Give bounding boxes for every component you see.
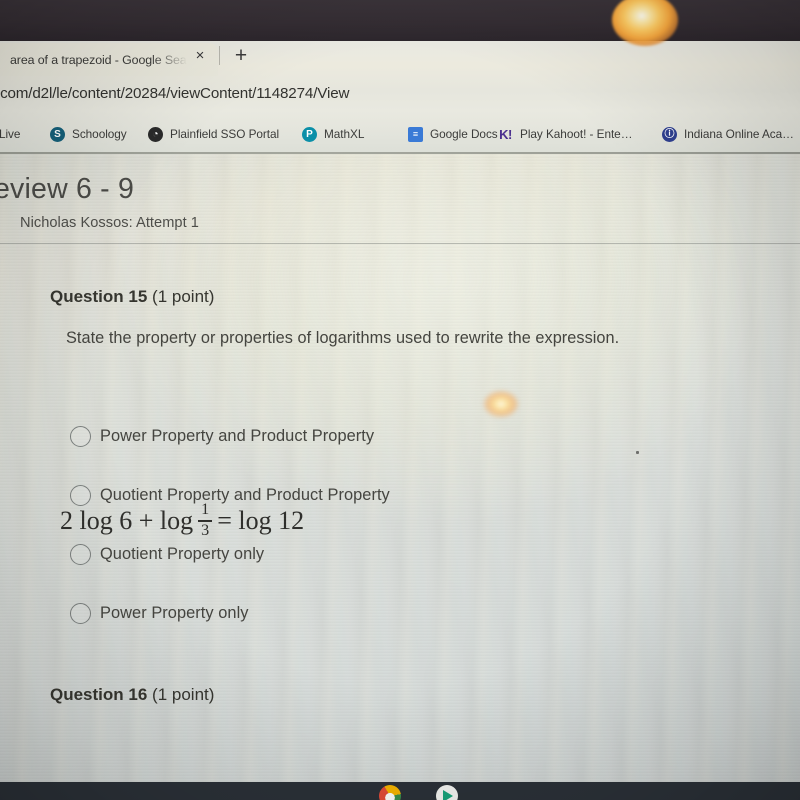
answer-option-2[interactable]: Quotient Property and Product Property	[70, 485, 390, 506]
google-docs-icon: ≡	[408, 126, 423, 142]
fraction-denominator: 3	[201, 521, 210, 539]
bookmark-label: Indiana Online Aca…	[684, 127, 794, 141]
chrome-icon[interactable]	[379, 785, 401, 800]
tab-separator	[219, 46, 220, 65]
bookmark-plainfield-sso-portal[interactable]: ◔ Plainfield SSO Portal	[148, 122, 279, 146]
question-16-heading: Question 16 (1 point)	[50, 685, 214, 705]
schoology-icon: S	[50, 126, 65, 142]
pearson-icon: P	[302, 126, 317, 142]
indiana-online-icon: ⓘ	[662, 126, 677, 142]
new-tab-icon[interactable]: +	[231, 45, 251, 66]
kahoot-icon: K!	[499, 126, 512, 142]
bookmark-label: MathXL	[324, 127, 365, 141]
taskbar	[0, 782, 800, 800]
answer-option-4[interactable]: Power Property only	[70, 603, 249, 624]
bookmark-label: Play Kahoot! - Ente…	[520, 127, 633, 141]
bookmark-label: Google Docs	[430, 127, 498, 141]
radio-button-icon[interactable]	[70, 485, 91, 506]
browser-chrome: area of a trapezoid - Google Sea .com/d2…	[0, 41, 800, 154]
expression-lead: 2 log 6 + log	[60, 505, 194, 535]
bookmark-schoology[interactable]: S Schoology	[50, 122, 127, 146]
play-store-icon[interactable]	[436, 785, 458, 800]
bookmark-play-kahoot[interactable]: K! Play Kahoot! - Ente…	[498, 122, 632, 146]
screenshot-root: area of a trapezoid - Google Sea .com/d2…	[0, 0, 800, 800]
screen-dust-speck	[636, 451, 639, 454]
question-15-prompt: State the property or properties of loga…	[66, 329, 620, 347]
page-title: eview 6 - 9	[0, 173, 135, 205]
question-15-expression: 2 log 6 + log 1 3 = log 12	[60, 501, 305, 539]
tab-close-icon[interactable]: ×	[192, 48, 208, 64]
tab-title: area of a trapezoid - Google Sea	[10, 52, 187, 67]
question-15-heading: Question 15 (1 point)	[50, 287, 214, 307]
answer-option-label: Power Property only	[100, 604, 249, 622]
bookmark-label: et Live	[0, 127, 21, 141]
radio-button-icon[interactable]	[70, 603, 91, 624]
answer-option-3[interactable]: Quotient Property only	[70, 544, 264, 565]
bookmarks-bar: et Live S Schoology ◔ Plainfield SSO Por…	[0, 116, 800, 154]
bookmark-indiana-online-academy[interactable]: ⓘ Indiana Online Aca…	[662, 122, 794, 146]
bookmark-et-live[interactable]: et Live	[0, 122, 20, 146]
attempt-subtitle: Nicholas Kossos: Attempt 1	[20, 215, 199, 231]
question-15-points: (1 point)	[152, 287, 215, 306]
omnibox-row[interactable]: .com/d2l/le/content/20284/viewContent/11…	[0, 77, 800, 116]
answer-option-1[interactable]: Power Property and Product Property	[70, 426, 374, 447]
question-16-points: (1 point)	[152, 685, 215, 704]
bookmark-label: Schoology	[72, 127, 127, 141]
answer-option-label: Quotient Property and Product Property	[100, 486, 390, 504]
tab-strip: area of a trapezoid - Google Sea	[0, 41, 800, 77]
bookmark-mathxl[interactable]: P MathXL	[302, 122, 364, 146]
radio-button-icon[interactable]	[70, 426, 91, 447]
address-bar-url[interactable]: .com/d2l/le/content/20284/viewContent/11…	[0, 85, 349, 102]
fraction-one-third: 1 3	[198, 501, 213, 539]
radio-button-icon[interactable]	[70, 544, 91, 565]
browser-tab-active[interactable]: area of a trapezoid - Google Sea	[0, 43, 218, 76]
bookmark-google-docs[interactable]: ≡ Google Docs	[408, 122, 498, 146]
question-16-number: Question 16	[50, 685, 148, 704]
expression-tail: = log 12	[217, 505, 305, 535]
globe-icon: ◔	[148, 126, 163, 142]
web-page-content: eview 6 - 9 Nicholas Kossos: Attempt 1 Q…	[0, 154, 800, 782]
question-15-number: Question 15	[50, 287, 148, 306]
answer-option-label: Quotient Property only	[100, 545, 265, 563]
answer-option-label: Power Property and Product Property	[100, 427, 375, 445]
header-divider	[0, 243, 800, 244]
bookmark-label: Plainfield SSO Portal	[170, 127, 280, 141]
monitor-bezel	[0, 0, 800, 41]
